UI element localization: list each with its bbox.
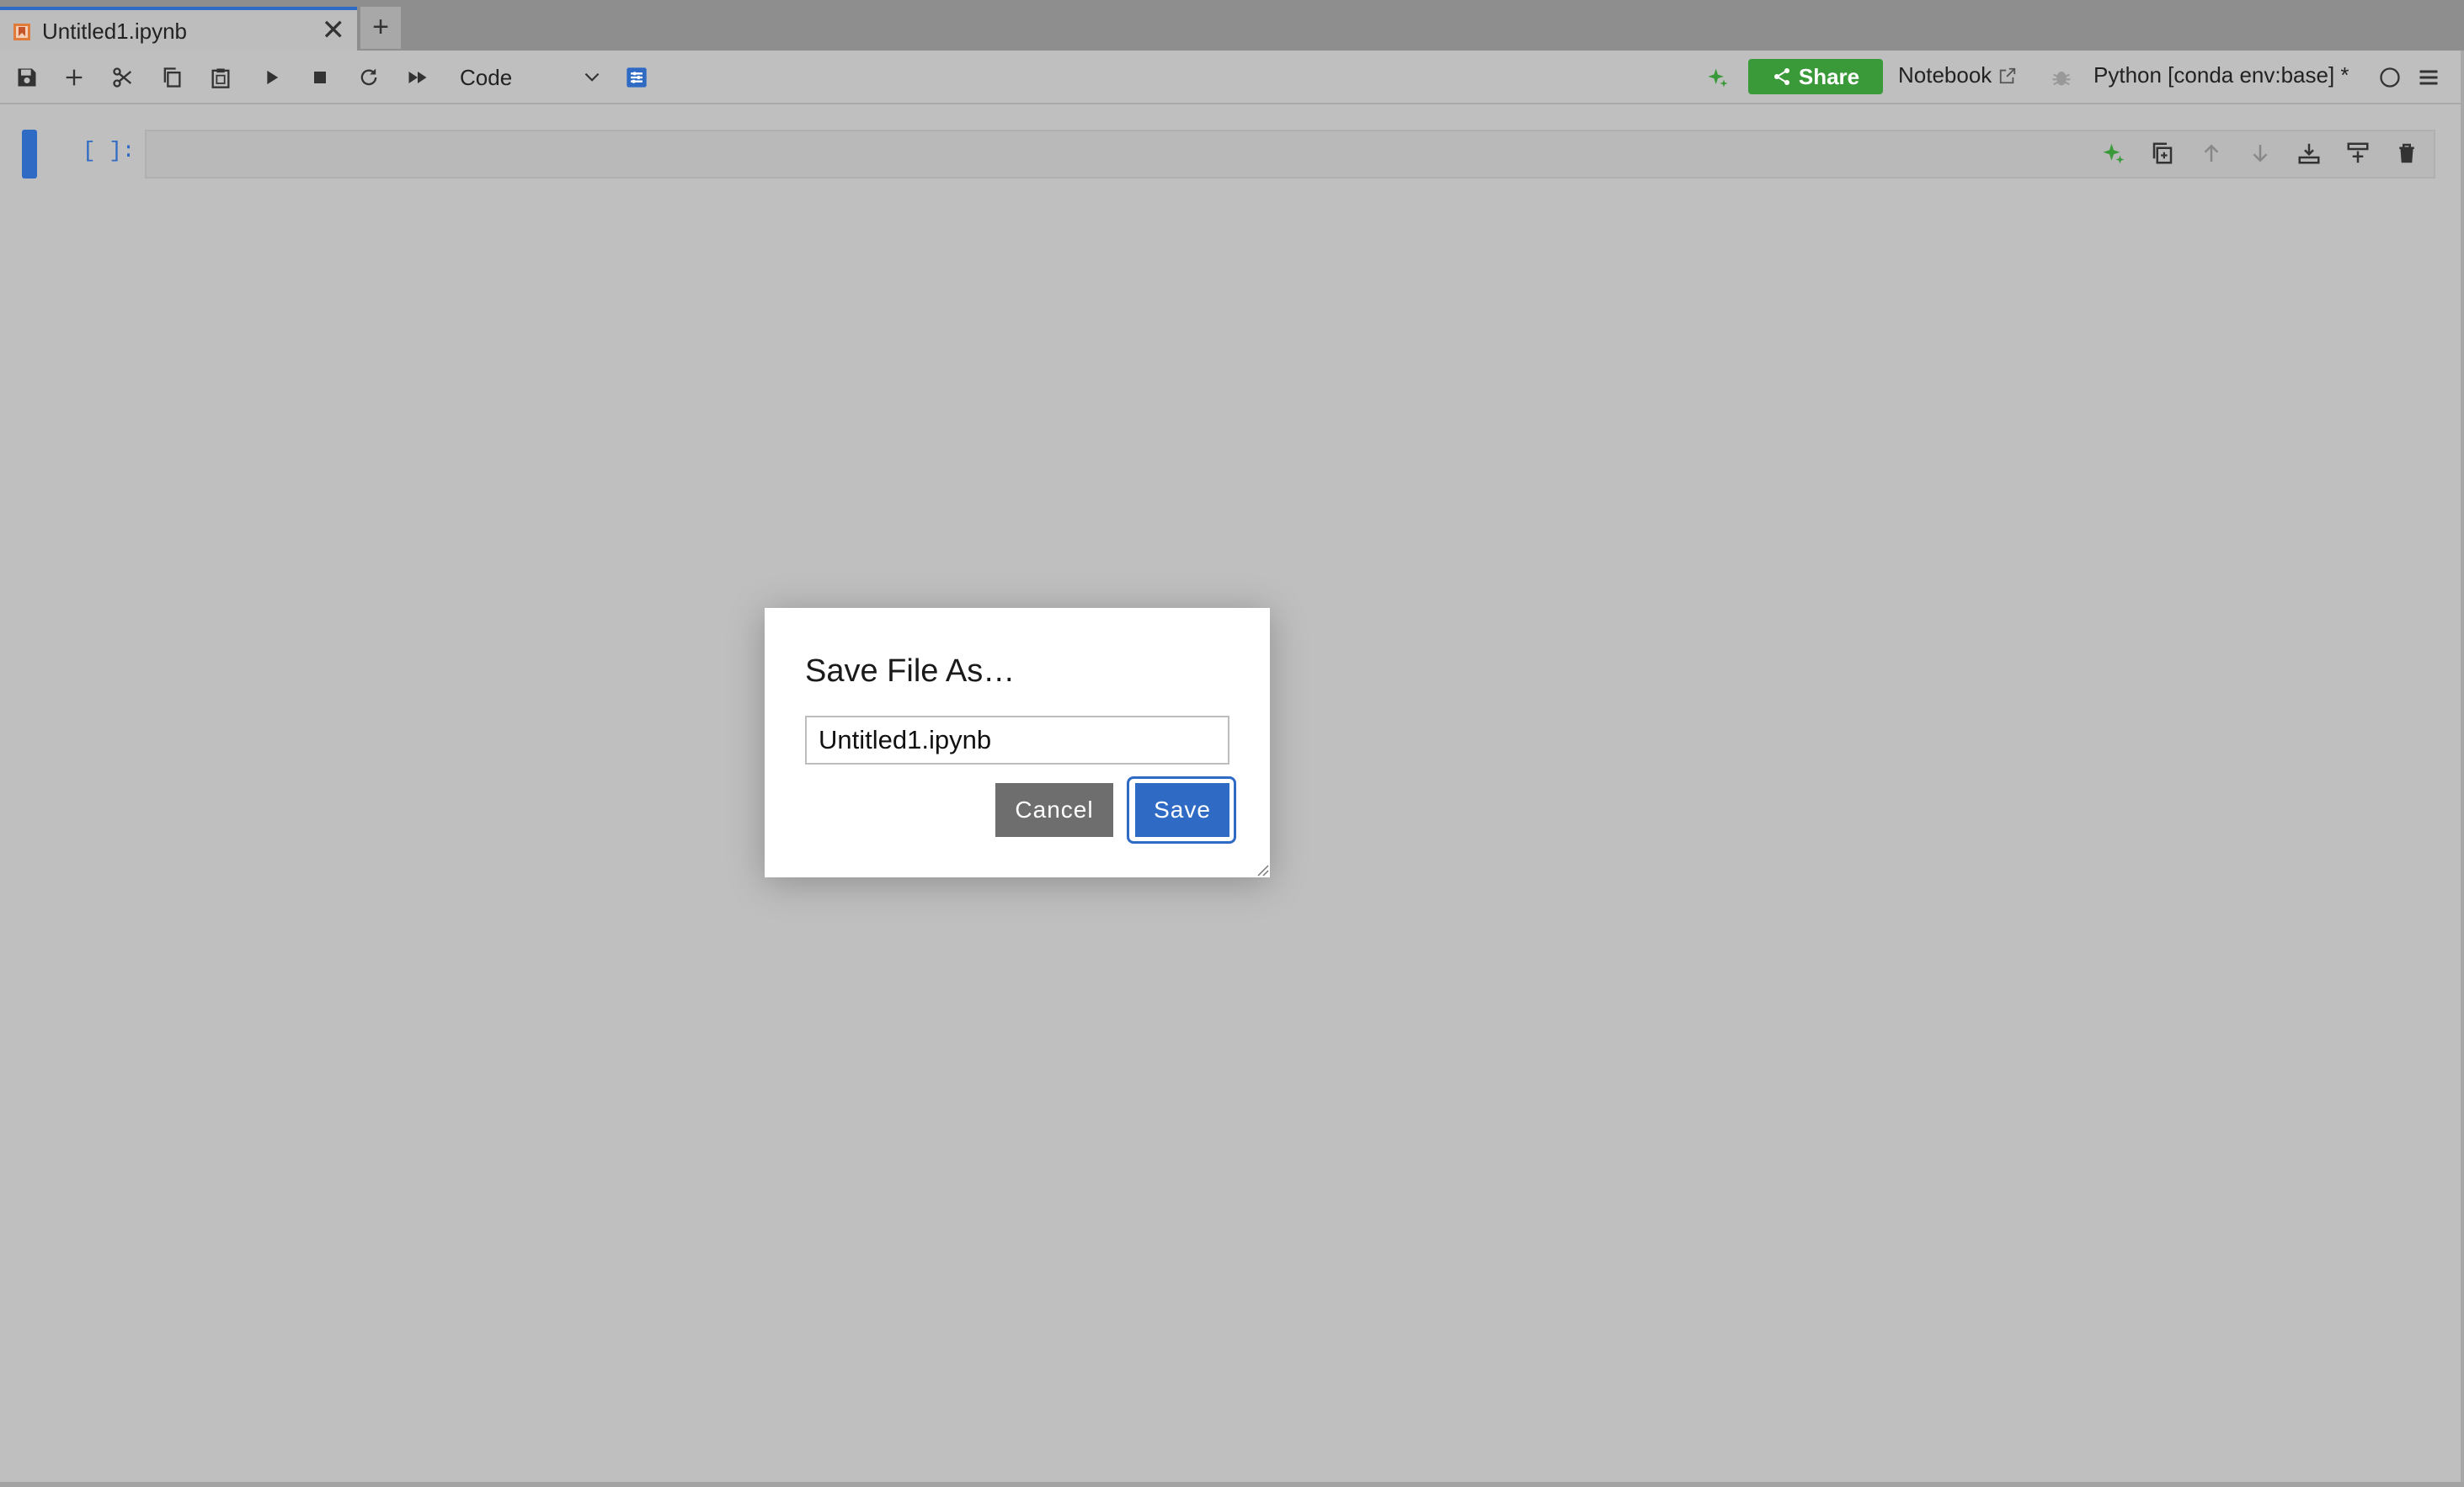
tab-bar: Untitled1.ipynb ✕ + (0, 0, 2464, 51)
restart-icon[interactable] (355, 64, 382, 91)
save-button[interactable]: Save (1135, 783, 1229, 837)
stop-icon[interactable] (307, 64, 333, 91)
run-icon[interactable] (258, 64, 285, 91)
cut-icon[interactable] (109, 64, 136, 91)
close-tab-icon[interactable]: ✕ (322, 15, 346, 45)
cell-prompt: [ ]: (83, 138, 136, 163)
add-cell-icon[interactable] (61, 64, 88, 91)
debugger-icon[interactable] (2048, 64, 2075, 91)
cell-type-select[interactable]: Code (460, 61, 603, 94)
share-label: Share (1798, 63, 1860, 89)
cell-type-value: Code (460, 65, 513, 90)
window-right-edge (2461, 51, 2464, 1482)
active-cell-indicator (22, 130, 37, 179)
save-icon[interactable] (13, 64, 40, 91)
new-tab-button[interactable]: + (360, 7, 401, 49)
notebook-label: Notebook (1898, 62, 1992, 88)
insert-above-icon[interactable] (2296, 140, 2323, 167)
move-down-icon[interactable] (2247, 140, 2274, 167)
external-link-icon (2000, 67, 2016, 83)
ai-sparkle-cell-icon[interactable] (2100, 140, 2127, 167)
window-bottom-edge (0, 1482, 2464, 1487)
share-button[interactable]: Share (1748, 59, 1883, 94)
delete-cell-icon[interactable] (2393, 140, 2420, 167)
move-up-icon[interactable] (2198, 140, 2225, 167)
kernel-status-icon (2376, 64, 2403, 91)
save-file-dialog: Save File As… Cancel Save (765, 608, 1270, 877)
property-inspector-icon[interactable] (623, 64, 650, 91)
ai-sparkle-icon[interactable] (1704, 64, 1731, 91)
dialog-title: Save File As… (805, 653, 1016, 689)
duplicate-cell-icon[interactable] (2149, 140, 2176, 167)
notebook-toolbar: Code Share Notebook Python [conda env:ba… (0, 51, 2464, 104)
resize-grip-icon[interactable] (1255, 862, 1270, 877)
run-all-icon[interactable] (404, 64, 431, 91)
tab-untitled1[interactable]: Untitled1.ipynb ✕ (0, 7, 357, 51)
paste-icon[interactable] (207, 64, 234, 91)
insert-below-icon[interactable] (2344, 140, 2371, 167)
filename-input[interactable] (805, 716, 1229, 765)
cell-type-chevron-icon (584, 72, 600, 82)
copy-icon[interactable] (158, 64, 185, 91)
kernel-name[interactable]: Python [conda env:base] * (2093, 62, 2349, 88)
cancel-button[interactable]: Cancel (995, 783, 1113, 837)
menu-icon[interactable] (2415, 64, 2442, 91)
code-cell-input[interactable] (145, 130, 2435, 179)
notebook-file-icon (13, 24, 30, 40)
share-icon (1773, 68, 1789, 85)
notebook-link[interactable]: Notebook (1898, 62, 2017, 88)
tab-title: Untitled1.ipynb (42, 19, 187, 44)
